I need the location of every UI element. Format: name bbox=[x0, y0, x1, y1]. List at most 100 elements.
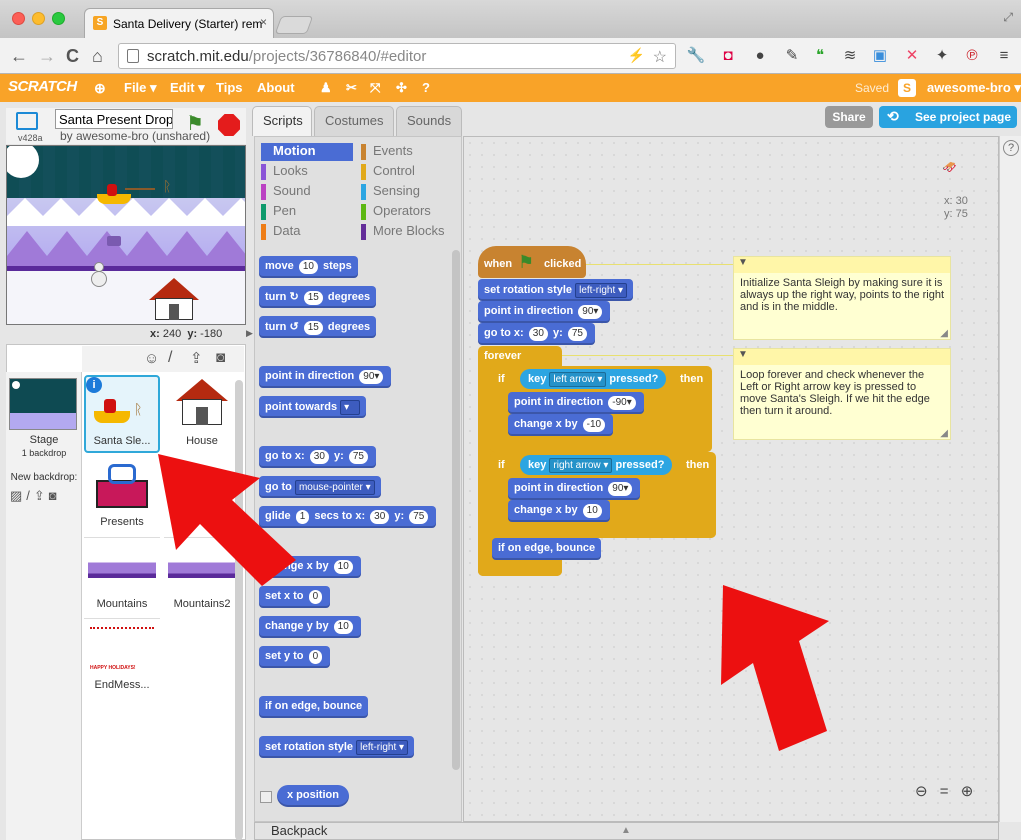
home-button[interactable]: ⌂ bbox=[92, 46, 103, 67]
expand-backpack-icon[interactable]: ▲ bbox=[621, 825, 631, 836]
palette-scrollbar[interactable] bbox=[452, 250, 460, 770]
ninja-icon[interactable]: ● bbox=[750, 46, 770, 66]
tab-close-icon[interactable]: × bbox=[260, 15, 267, 29]
category-sound[interactable]: Sound bbox=[261, 183, 351, 201]
sprite-thumb-mountains[interactable]: Mountains bbox=[84, 537, 160, 615]
user-menu[interactable]: awesome-bro ▾ bbox=[927, 80, 1021, 96]
bookmark-star-icon[interactable]: ☆ bbox=[653, 47, 667, 67]
tool-icon[interactable]: ✎ bbox=[782, 46, 802, 66]
forward-button[interactable]: → bbox=[38, 46, 56, 67]
tab-sounds[interactable]: Sounds bbox=[396, 106, 462, 136]
stage-canvas[interactable]: ᚱ bbox=[6, 145, 246, 325]
new-backdrop-icons[interactable]: ▨/⇪◙ bbox=[10, 488, 61, 504]
scratch-logo[interactable]: SCRATCH bbox=[8, 78, 77, 95]
zoom-reset-icon[interactable]: = bbox=[940, 783, 949, 800]
fullscreen-icon[interactable]: ⤢ bbox=[1003, 10, 1013, 25]
block-move[interactable]: move 10 steps bbox=[259, 256, 358, 278]
paint-brush-icon[interactable]: / bbox=[168, 349, 172, 367]
tab-costumes[interactable]: Costumes bbox=[314, 106, 394, 136]
address-bar[interactable]: scratch.mit.edu/projects/36786840/#edito… bbox=[118, 43, 676, 69]
block-rotation-style[interactable]: set rotation style left-right ▾ bbox=[259, 736, 415, 758]
zoom-in-icon[interactable]: ⊕ bbox=[961, 783, 974, 800]
screen-icon[interactable]: ▣ bbox=[870, 46, 890, 66]
script-bounce[interactable]: if on edge, bounce bbox=[492, 538, 602, 560]
block-turn-left[interactable]: turn ↺ 15 degrees bbox=[259, 316, 377, 338]
block-bounce[interactable]: if on edge, bounce bbox=[259, 696, 369, 718]
share-button[interactable]: Share bbox=[825, 106, 873, 128]
browser-tab[interactable]: S Santa Delivery (Starter) rem × bbox=[84, 8, 274, 38]
script-change-x-neg[interactable]: change x by -10 bbox=[508, 414, 614, 436]
comment-init[interactable]: ▼ Initialize Santa Sleigh by making sure… bbox=[733, 256, 951, 340]
category-sensing[interactable]: Sensing bbox=[361, 183, 451, 201]
block-x-position[interactable]: x position bbox=[277, 785, 349, 807]
block-point-direction[interactable]: point in direction 90▾ bbox=[259, 366, 392, 388]
reload-button[interactable]: C bbox=[66, 46, 79, 67]
stop-sign-icon[interactable] bbox=[218, 114, 240, 136]
camera-icon[interactable]: ◙ bbox=[216, 349, 225, 366]
file-menu[interactable]: File ▾ bbox=[124, 80, 157, 96]
grow-icon[interactable]: ⤧ bbox=[370, 80, 380, 96]
tips-menu[interactable]: Tips bbox=[216, 80, 243, 95]
collapse-stage-icon[interactable]: ▶ bbox=[246, 328, 254, 342]
info-icon[interactable]: i bbox=[86, 377, 102, 393]
tab-scripts[interactable]: Scripts bbox=[252, 106, 312, 136]
resize-icon[interactable]: ◢ bbox=[940, 328, 948, 339]
sprite-thumb-endmessage[interactable]: HAPPY HOLIDAYS! EndMess... bbox=[84, 618, 160, 696]
script-point-90[interactable]: point in direction 90▾ bbox=[508, 478, 641, 500]
key-pressed-right[interactable]: key right arrow ▾ pressed? bbox=[520, 455, 673, 475]
hangouts-icon[interactable]: ❝ bbox=[810, 46, 830, 66]
santa-sleigh-sprite[interactable] bbox=[97, 184, 155, 206]
sprite-thumb-santa[interactable]: i ᚱ Santa Sle... bbox=[84, 375, 160, 453]
help-icon[interactable]: ? bbox=[422, 80, 430, 95]
category-more-blocks[interactable]: More Blocks bbox=[361, 223, 457, 241]
category-looks[interactable]: Looks bbox=[261, 163, 351, 181]
layers-icon[interactable]: ≋ bbox=[840, 46, 860, 66]
stamp-icon[interactable]: ♟ bbox=[320, 80, 332, 96]
upload-sprite-icon[interactable]: ⇪ bbox=[190, 349, 203, 367]
script-point-direction[interactable]: point in direction 90▾ bbox=[478, 301, 611, 323]
x-position-checkbox[interactable] bbox=[260, 791, 272, 803]
close-window-button[interactable] bbox=[12, 12, 25, 25]
sprite-thumb-presents[interactable]: Presents bbox=[84, 456, 160, 534]
shrink-icon[interactable]: ✣ bbox=[396, 80, 407, 96]
wrench-icon[interactable]: 🔧 bbox=[686, 46, 706, 66]
menu-icon[interactable]: ≡ bbox=[994, 46, 1014, 66]
sprite-list-scrollbar[interactable] bbox=[235, 380, 243, 840]
globe-icon[interactable]: ⊕ bbox=[94, 80, 106, 97]
resize-icon[interactable]: ◢ bbox=[940, 428, 948, 439]
pinterest-icon[interactable]: ℗ bbox=[962, 46, 982, 66]
pocket-icon[interactable]: ◘ bbox=[718, 46, 738, 66]
category-control[interactable]: Control bbox=[361, 163, 451, 181]
block-point-towards[interactable]: point towards ▾ bbox=[259, 396, 367, 418]
script-set-rotation[interactable]: set rotation style left-right ▾ bbox=[478, 279, 634, 301]
category-pen[interactable]: Pen bbox=[261, 203, 351, 221]
stage-thumbnail[interactable] bbox=[9, 378, 77, 430]
user-avatar[interactable]: S bbox=[898, 79, 916, 97]
dagger-icon[interactable]: ✦ bbox=[932, 46, 952, 66]
back-button[interactable]: ← bbox=[10, 46, 28, 67]
sprite-thumb-house[interactable]: House bbox=[164, 375, 240, 453]
cut-icon[interactable]: ✂ bbox=[346, 80, 357, 96]
block-set-y[interactable]: set y to 0 bbox=[259, 646, 331, 668]
help-icon[interactable]: ? bbox=[1003, 140, 1019, 156]
see-project-page-button[interactable]: ⟲ See project page bbox=[879, 106, 1017, 128]
block-change-y[interactable]: change y by 10 bbox=[259, 616, 361, 638]
close-box-icon[interactable]: ✕ bbox=[902, 46, 922, 66]
new-tab-button[interactable] bbox=[274, 16, 314, 34]
script-change-x-pos[interactable]: change x by 10 bbox=[508, 500, 610, 522]
zoom-out-icon[interactable]: ⊖ bbox=[915, 783, 928, 800]
hat-when-flag-clicked[interactable]: when ⚑ clicked bbox=[478, 246, 586, 278]
edit-menu[interactable]: Edit ▾ bbox=[170, 80, 205, 96]
collapse-comment-icon[interactable]: ▼ bbox=[738, 257, 748, 268]
backpack-bar[interactable]: Backpack ▲ bbox=[254, 822, 999, 840]
key-pressed-left[interactable]: key left arrow ▾ pressed? bbox=[520, 369, 667, 389]
category-events[interactable]: Events bbox=[361, 143, 451, 161]
about-menu[interactable]: About bbox=[257, 80, 295, 95]
choose-sprite-icon[interactable]: ☺ bbox=[144, 350, 159, 367]
script-goto-xy[interactable]: go to x: 30 y: 75 bbox=[478, 323, 595, 345]
project-title-input[interactable]: Santa Present Drop bbox=[55, 109, 173, 129]
minimize-window-button[interactable] bbox=[32, 12, 45, 25]
category-operators[interactable]: Operators bbox=[361, 203, 451, 221]
category-motion[interactable]: Motion bbox=[261, 143, 351, 161]
comment-loop[interactable]: ▼ Loop forever and check whenever the Le… bbox=[733, 348, 951, 440]
